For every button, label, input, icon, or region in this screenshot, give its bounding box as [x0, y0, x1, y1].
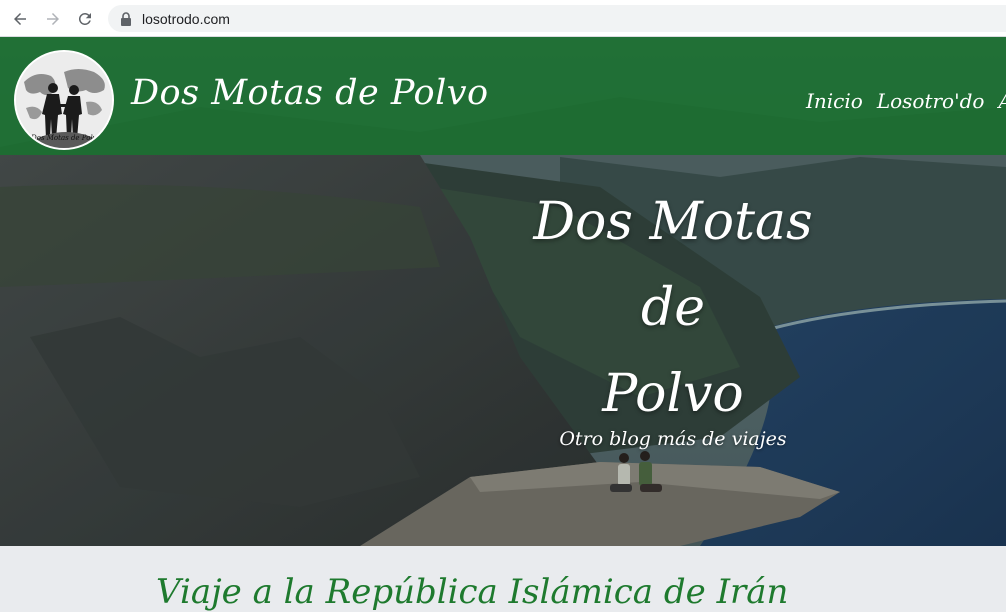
menu-item-inicio[interactable]: Inicio: [806, 89, 863, 113]
hero-title-line-1: Dos Motas: [533, 192, 813, 252]
lock-icon: [121, 11, 131, 26]
reload-icon[interactable]: [73, 7, 97, 31]
hero-banner: Dos Motas de Polvo Dos Motas de Polvo In…: [0, 37, 1006, 546]
url-text: losotrodo.com: [142, 10, 230, 27]
hero-title-line-3: Polvo: [602, 364, 744, 424]
site-logo[interactable]: Dos Motas de Polvo: [14, 50, 114, 150]
address-bar[interactable]: losotrodo.com: [108, 5, 1006, 32]
site-header: Dos Motas de Polvo Dos Motas de Polvo In…: [0, 37, 1006, 155]
site-title[interactable]: Dos Motas de Polvo: [131, 73, 489, 113]
post-title-link[interactable]: Viaje a la República Islámica de Irán: [156, 572, 788, 612]
main-menu: Inicio Losotro'do An: [806, 89, 1006, 113]
forward-arrow-icon[interactable]: [41, 7, 65, 31]
hero-title-line-2: de: [640, 278, 706, 338]
menu-item-losotrodo[interactable]: Losotro'do: [877, 89, 985, 113]
back-arrow-icon[interactable]: [8, 7, 32, 31]
hero-title: Dos Motas de Polvo: [520, 179, 826, 437]
browser-toolbar: losotrodo.com: [0, 0, 1006, 37]
logo-caption: Dos Motas de Polvo: [31, 134, 101, 142]
hero-tagline: Otro blog más de viajes: [559, 428, 787, 450]
menu-item-an[interactable]: An: [998, 89, 1006, 113]
